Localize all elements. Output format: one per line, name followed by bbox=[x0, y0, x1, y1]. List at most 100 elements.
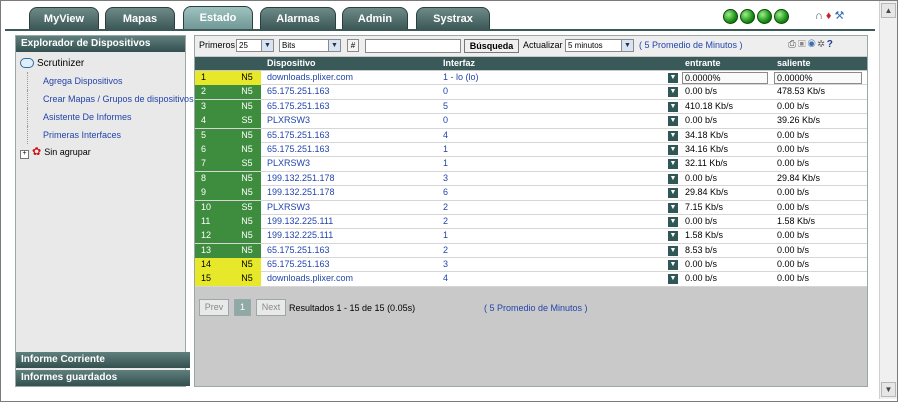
settings-icon[interactable]: ✲ bbox=[818, 39, 827, 50]
dropdown-arrow-icon[interactable]: ▼ bbox=[668, 260, 678, 271]
status-led-icon[interactable] bbox=[757, 9, 772, 24]
tab-myview[interactable]: MyView bbox=[29, 7, 99, 29]
status-led-icon[interactable] bbox=[723, 9, 738, 24]
device-link[interactable]: downloads.plixer.com bbox=[267, 71, 353, 85]
primeros-select[interactable]: 25 ▼ bbox=[236, 39, 274, 52]
search-input[interactable] bbox=[365, 39, 461, 53]
header-out[interactable]: saliente bbox=[777, 58, 811, 68]
page-current-button[interactable]: 1 bbox=[234, 299, 251, 316]
tree-root[interactable]: Scrutinizer bbox=[18, 56, 185, 72]
status-led-icon[interactable] bbox=[774, 9, 789, 24]
dropdown-arrow-icon[interactable]: ▼ bbox=[668, 87, 678, 98]
dropdown-arrow-icon[interactable]: ▼ bbox=[668, 188, 678, 199]
prev-button[interactable]: Prev bbox=[199, 299, 229, 316]
link-report-wizard[interactable]: Asistente De Informes bbox=[27, 108, 185, 126]
refresh-select[interactable]: 5 minutos ▼ bbox=[565, 39, 634, 52]
device-link[interactable]: 65.175.251.163 bbox=[267, 129, 330, 143]
table-row[interactable]: 4 S5 PLXRSW3 0 ▼ 0.00 b/s 39.26 Kb/s bbox=[195, 114, 867, 129]
headset-icon[interactable]: ∩ bbox=[815, 10, 826, 22]
average-link[interactable]: ( 5 Promedio de Minutos ) bbox=[639, 40, 743, 50]
globe-icon[interactable]: ◉ bbox=[808, 39, 818, 50]
interface-link[interactable]: 0 bbox=[443, 114, 448, 128]
units-select[interactable]: Bits ▼ bbox=[279, 39, 341, 52]
header-in[interactable]: entrante bbox=[685, 58, 721, 68]
interface-link[interactable]: 2 bbox=[443, 215, 448, 229]
table-row[interactable]: 7 S5 PLXRSW3 1 ▼ 32.11 Kb/s 0.00 b/s bbox=[195, 157, 867, 172]
hash-button[interactable]: # bbox=[347, 39, 359, 52]
dropdown-arrow-icon[interactable]: ▼ bbox=[668, 245, 678, 256]
interface-link[interactable]: 1 - lo (lo) bbox=[443, 71, 479, 85]
device-link[interactable]: 65.175.251.163 bbox=[267, 85, 330, 99]
table-row[interactable]: 11 N5 199.132.225.111 2 ▼ 0.00 b/s 1.58 Kb/s bbox=[195, 214, 867, 230]
next-button[interactable]: Next bbox=[256, 299, 286, 316]
current-report-header[interactable]: Informe Corriente bbox=[16, 352, 190, 368]
tab-estado[interactable]: Estado bbox=[183, 6, 253, 30]
interface-link[interactable]: 6 bbox=[443, 186, 448, 200]
help-icon[interactable]: ? bbox=[827, 39, 835, 50]
device-link[interactable]: 65.175.251.163 bbox=[267, 100, 330, 114]
table-row[interactable]: 8 N5 199.132.251.178 3 ▼ 0.00 b/s 29.84 Kb/s bbox=[195, 171, 867, 187]
marker-icon[interactable]: ♦ bbox=[826, 10, 835, 22]
interface-link[interactable]: 3 bbox=[443, 172, 448, 186]
dropdown-arrow-icon[interactable]: ▼ bbox=[668, 231, 678, 242]
table-row[interactable]: 9 N5 199.132.251.178 6 ▼ 29.84 Kb/s 0.00 b/s bbox=[195, 186, 867, 201]
dropdown-arrow-icon[interactable]: ▼ bbox=[668, 274, 678, 285]
dropdown-arrow-icon[interactable]: ▼ bbox=[668, 173, 678, 184]
device-link[interactable]: 65.175.251.163 bbox=[267, 244, 330, 258]
interface-link[interactable]: 1 bbox=[443, 229, 448, 243]
interface-link[interactable]: 4 bbox=[443, 272, 448, 286]
interface-link[interactable]: 1 bbox=[443, 157, 448, 171]
dropdown-arrow-icon[interactable]: ▼ bbox=[668, 159, 678, 170]
table-row[interactable]: 10 S5 PLXRSW3 2 ▼ 7.15 Kb/s 0.00 b/s bbox=[195, 200, 867, 215]
interface-link[interactable]: 3 bbox=[443, 258, 448, 272]
search-button[interactable]: Búsqueda bbox=[464, 39, 519, 53]
interface-link[interactable]: 2 bbox=[443, 244, 448, 258]
dropdown-arrow-icon[interactable]: ▼ bbox=[668, 216, 678, 227]
device-link[interactable]: 199.132.225.111 bbox=[267, 215, 333, 229]
interface-link[interactable]: 1 bbox=[443, 143, 448, 157]
dropdown-arrow-icon[interactable]: ▼ bbox=[668, 73, 678, 83]
tab-mapas[interactable]: Mapas bbox=[105, 7, 175, 29]
scroll-up-icon[interactable]: ▲ bbox=[881, 3, 896, 18]
table-row[interactable]: 6 N5 65.175.251.163 1 ▼ 34.16 Kb/s 0.00 b/s bbox=[195, 142, 867, 158]
tab-systrax[interactable]: Systrax bbox=[416, 7, 490, 29]
device-link[interactable]: 199.132.251.178 bbox=[267, 186, 335, 200]
interface-link[interactable]: 4 bbox=[443, 129, 448, 143]
link-add-devices[interactable]: Agrega Dispositivos bbox=[27, 72, 185, 90]
dropdown-arrow-icon[interactable]: ▼ bbox=[668, 101, 678, 112]
dropdown-arrow-icon[interactable]: ▼ bbox=[668, 144, 678, 155]
table-row[interactable]: 13 N5 65.175.251.163 2 ▼ 8.53 b/s 0.00 b/s bbox=[195, 243, 867, 259]
table-row[interactable]: 3 N5 65.175.251.163 5 ▼ 410.18 Kb/s 0.00 b/s bbox=[195, 99, 867, 115]
table-row[interactable]: 1 N5 downloads.plixer.com 1 - lo (lo) ▼ 0.000… bbox=[195, 71, 867, 86]
table-row[interactable]: 2 N5 65.175.251.163 0 ▼ 0.00 b/s 478.53 Kb/s bbox=[195, 85, 867, 100]
link-create-maps[interactable]: Crear Mapas / Grupos de dispositivos bbox=[27, 90, 194, 108]
device-explorer-title[interactable]: Explorador de Dispositivos bbox=[16, 36, 185, 52]
interface-link[interactable]: 0 bbox=[443, 85, 448, 99]
interface-link[interactable]: 2 bbox=[443, 201, 448, 215]
header-device[interactable]: Dispositivo bbox=[267, 58, 316, 68]
device-link[interactable]: PLXRSW3 bbox=[267, 201, 310, 215]
dropdown-arrow-icon[interactable]: ▼ bbox=[668, 130, 678, 141]
device-link[interactable]: 65.175.251.163 bbox=[267, 143, 330, 157]
dropdown-arrow-icon[interactable]: ▼ bbox=[668, 202, 678, 213]
interface-link[interactable]: 5 bbox=[443, 100, 448, 114]
table-row[interactable]: 15 N5 downloads.plixer.com 4 ▼ 0.00 b/s 0.00 b… bbox=[195, 272, 867, 287]
tree-group-ungrouped[interactable]: + ✿ Sin agrupar bbox=[18, 144, 185, 160]
device-link[interactable]: downloads.plixer.com bbox=[267, 272, 353, 286]
dropdown-arrow-icon[interactable]: ▼ bbox=[668, 116, 678, 127]
tools-icon[interactable]: ⚒ bbox=[835, 10, 848, 22]
rss-icon[interactable]: ▣ bbox=[798, 39, 808, 50]
table-row[interactable]: 14 N5 65.175.251.163 3 ▼ 0.00 b/s 0.00 b/s bbox=[195, 258, 867, 273]
device-link[interactable]: 65.175.251.163 bbox=[267, 258, 330, 272]
expand-icon[interactable]: + bbox=[20, 150, 29, 159]
vertical-scrollbar[interactable]: ▲ ▼ bbox=[879, 1, 897, 399]
table-row[interactable]: 5 N5 65.175.251.163 4 ▼ 34.18 Kb/s 0.00 b/s bbox=[195, 128, 867, 143]
device-link[interactable]: PLXRSW3 bbox=[267, 157, 310, 171]
device-link[interactable]: 199.132.225.111 bbox=[267, 229, 333, 243]
status-led-icon[interactable] bbox=[740, 9, 755, 24]
pager-average-link[interactable]: ( 5 Promedio de Minutos ) bbox=[484, 303, 588, 313]
saved-reports-header[interactable]: Informes guardados bbox=[16, 370, 190, 386]
scroll-down-icon[interactable]: ▼ bbox=[881, 382, 896, 397]
print-icon[interactable]: ⎙ bbox=[788, 39, 798, 50]
device-link[interactable]: 199.132.251.178 bbox=[267, 172, 335, 186]
